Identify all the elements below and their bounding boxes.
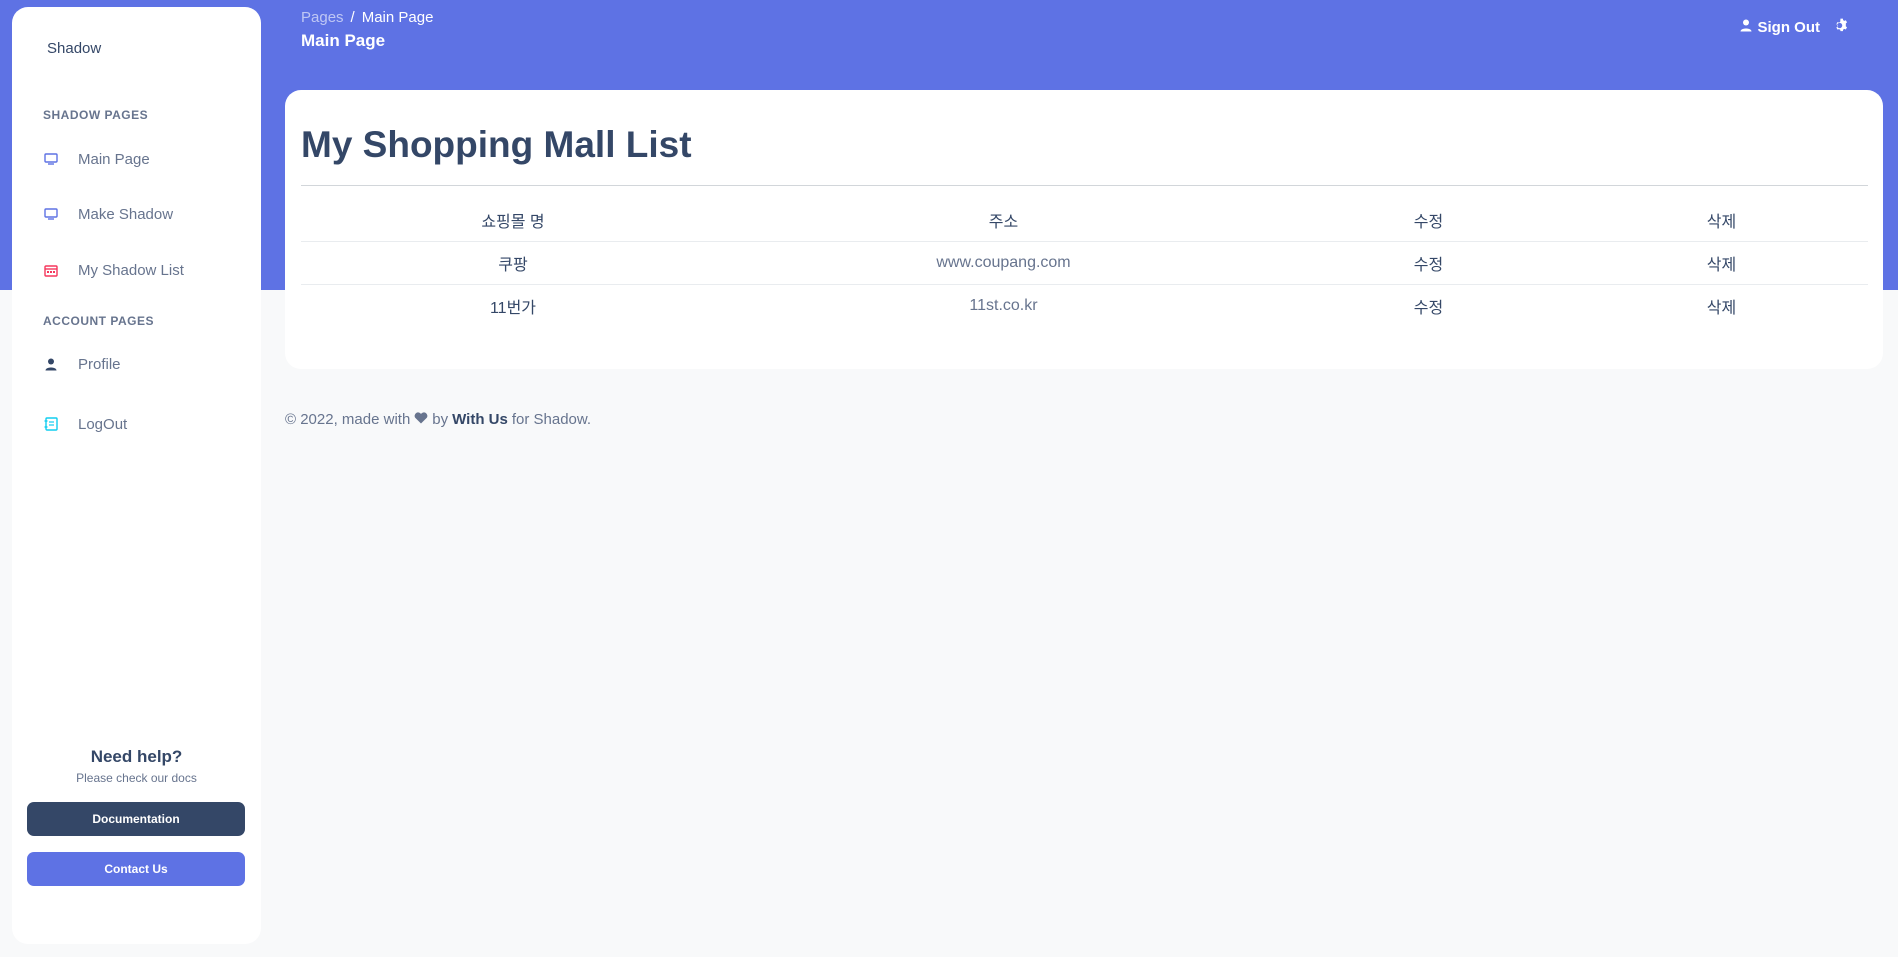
mall-url[interactable]: www.coupang.com [725,241,1282,285]
sidebar-item-make-shadow[interactable]: Make Shadow [43,203,173,225]
edit-button[interactable]: 수정 [1282,241,1575,285]
sidebar-item-label: Profile [78,355,121,373]
user-icon [1740,19,1752,36]
user-icon [43,357,58,372]
section-title-account-pages: ACCOUNT PAGES [43,314,154,328]
table-row: 쿠팡 www.coupang.com 수정 삭제 [301,241,1868,285]
sign-out-label: Sign Out [1757,19,1821,36]
sidebar-item-main-page[interactable]: Main Page [43,148,150,170]
footer-suffix: for Shadow. [511,411,592,428]
mall-name: 11번가 [489,299,537,317]
monitor-icon [43,152,58,167]
footer-prefix: © 2022, made with [285,411,411,428]
documentation-button[interactable]: Documentation [27,802,245,836]
section-title-shadow-pages: SHADOW PAGES [43,108,149,122]
sidebar-item-my-shadow-list[interactable]: My Shadow List [43,259,184,281]
document-icon [43,417,58,432]
page-title: Main Page [301,31,386,50]
mall-name: 쿠팡 [301,241,725,285]
sidebar-item-label: Main Page [78,150,150,168]
delete-button[interactable]: 삭제 [1575,241,1868,285]
column-header-name: 쇼핑몰 명 [301,190,725,242]
footer-by: by [432,411,449,428]
edit-button[interactable]: 수정 [1282,284,1575,327]
sidebar-item-logout[interactable]: LogOut [43,413,127,435]
table-row: 11번가 11st.co.kr 수정 삭제 [301,284,1868,327]
sidebar-item-label: My Shadow List [78,261,184,279]
breadcrumb-separator: / [350,9,355,26]
table-header-row: 쇼핑몰 명 주소 수정 삭제 [301,190,1868,242]
shopping-mall-table: 쇼핑몰 명 주소 수정 삭제 쿠팡 www.coupang.com 수정 삭제 … [301,190,1868,327]
footer: © 2022, made with by With Us for Shadow. [285,411,591,428]
delete-button[interactable]: 삭제 [1575,284,1868,327]
divider [301,185,1868,186]
brand-name[interactable]: Shadow [47,40,101,57]
help-title: Need help? [90,747,183,766]
breadcrumb-root[interactable]: Pages [301,9,344,26]
card-heading: My Shopping Mall List [301,124,692,165]
help-subtitle: Please check our docs [76,771,197,785]
sidebar-item-profile[interactable]: Profile [43,353,121,375]
calendar-icon [43,263,58,278]
sidebar-item-label: Make Shadow [78,205,174,223]
column-header-url: 주소 [725,190,1282,242]
sidebar-item-label: LogOut [78,415,128,433]
header-actions: Sign Out [1740,18,1850,37]
mall-url[interactable]: 11st.co.kr [725,284,1282,327]
contact-us-button[interactable]: Contact Us [27,852,245,886]
gear-icon[interactable] [1834,18,1849,37]
breadcrumb-current: Main Page [361,9,434,26]
shopping-mall-card: My Shopping Mall List 쇼핑몰 명 주소 수정 삭제 쿠팡 … [285,90,1883,369]
sidebar: Shadow SHADOW PAGES Main Page Make Shado… [12,7,261,944]
footer-author-link[interactable]: With Us [452,411,508,428]
breadcrumb: Pages / Main Page [301,9,433,26]
heart-icon [414,411,428,428]
monitor-icon [43,207,58,222]
column-header-delete: 삭제 [1575,190,1868,242]
help-card: Need help? Please check our docs [12,747,261,785]
sign-out-button[interactable]: Sign Out [1740,19,1821,36]
column-header-edit: 수정 [1282,190,1575,242]
